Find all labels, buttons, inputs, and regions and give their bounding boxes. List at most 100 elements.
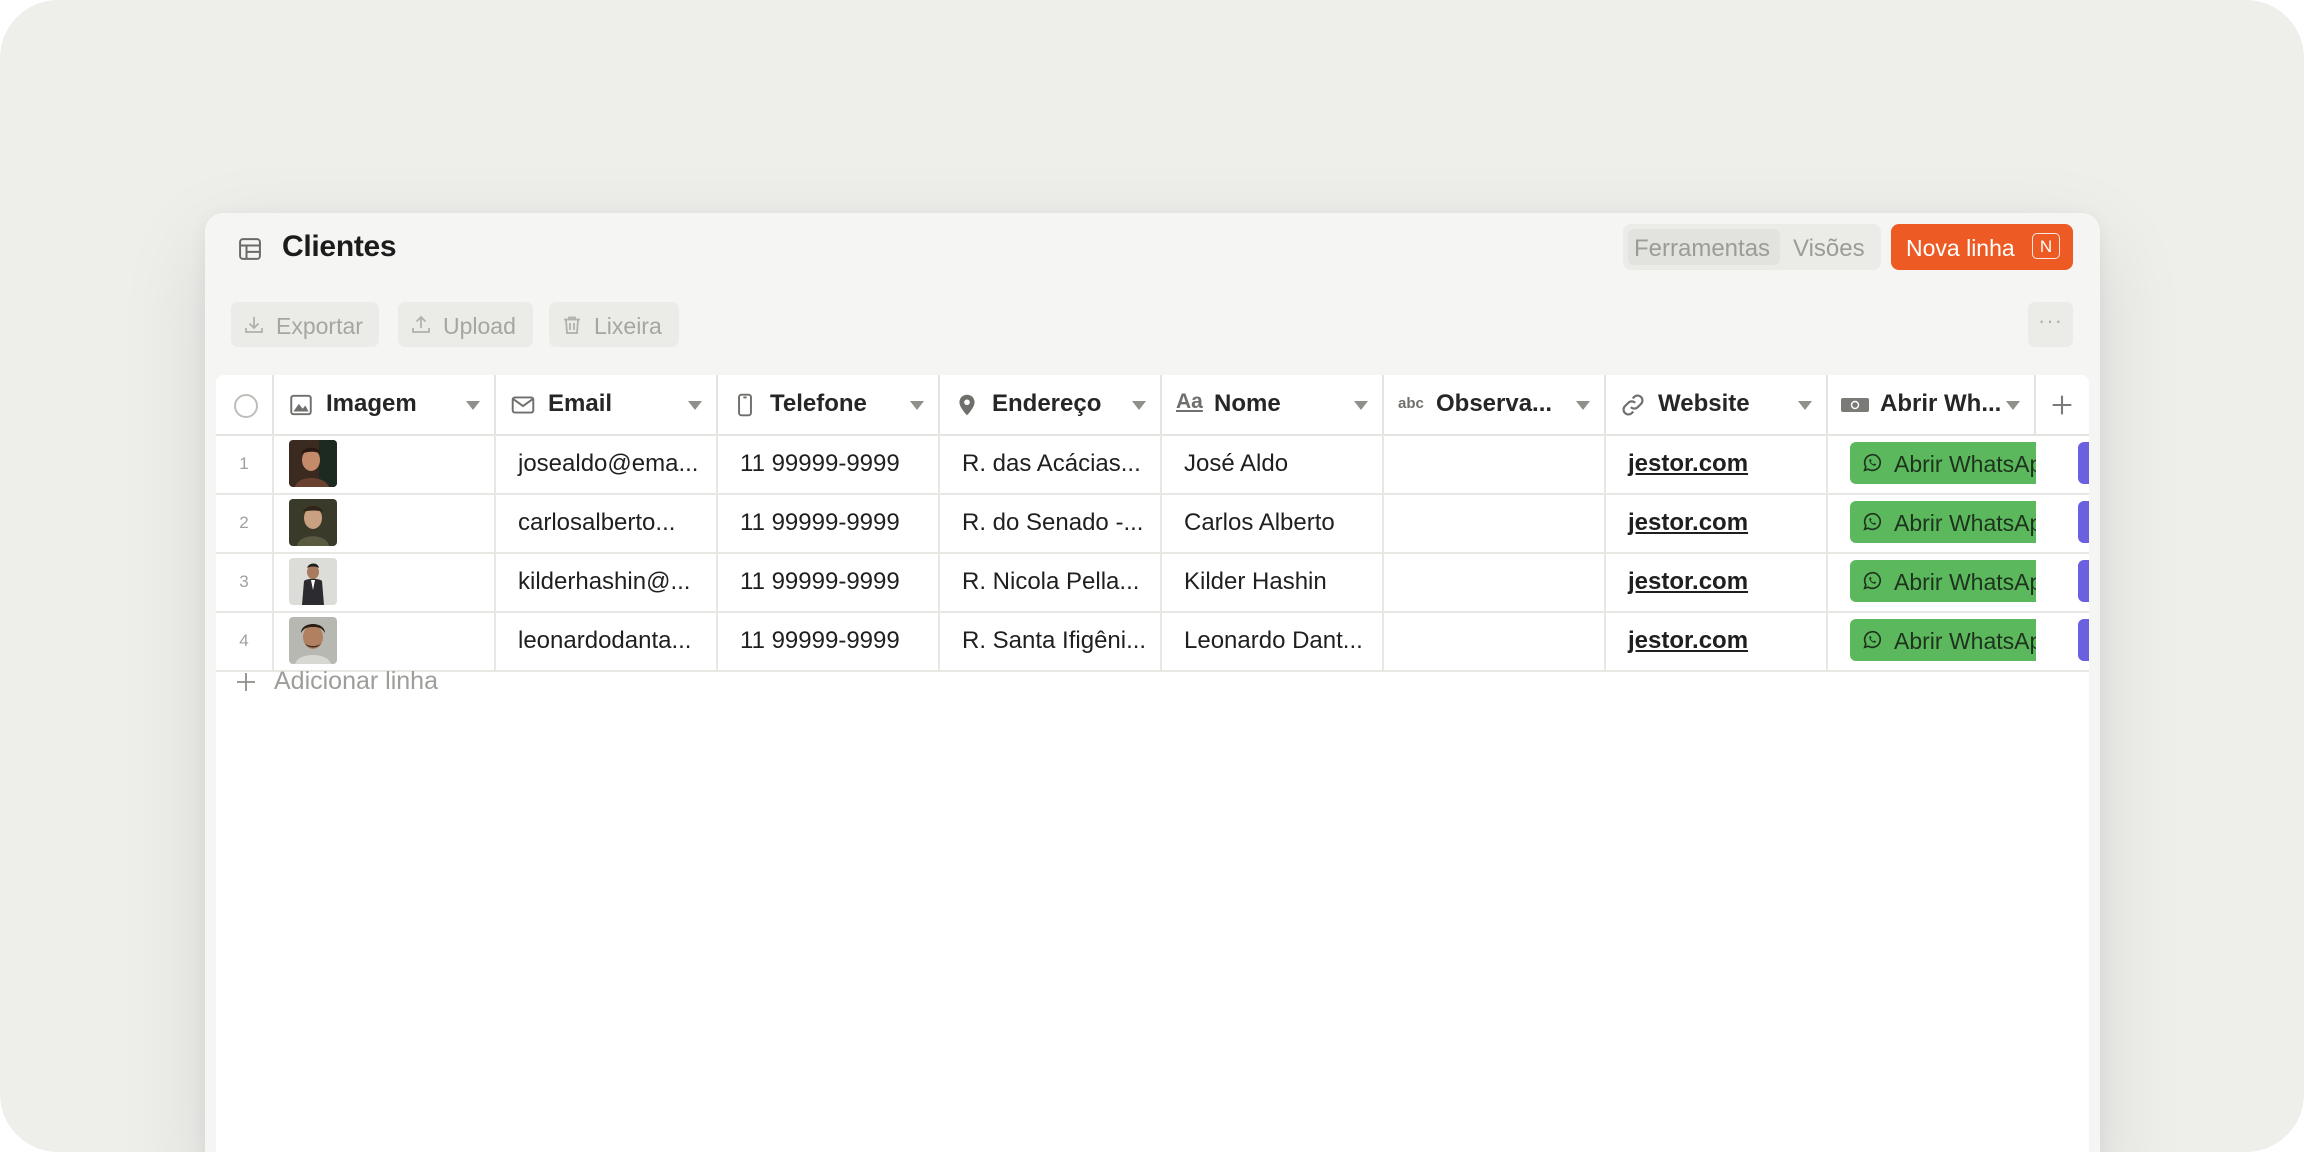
- chevron-down-icon[interactable]: [1132, 401, 1146, 410]
- cell-endereco[interactable]: R. Nicola Pella...: [940, 552, 1162, 611]
- cell-observacao[interactable]: [1384, 493, 1606, 552]
- table-row[interactable]: 4 leonardodanta... 11 99999-9999 R. Sant…: [216, 611, 2089, 672]
- cell-telefone[interactable]: 11 99999-9999: [718, 493, 940, 552]
- chevron-down-icon[interactable]: [2006, 401, 2020, 410]
- avatar-thumbnail[interactable]: [289, 440, 337, 487]
- column-header-abrir-whatsapp[interactable]: Abrir Wh...: [1828, 375, 2036, 434]
- website-link[interactable]: jestor.com: [1628, 509, 1748, 537]
- cell-imagem[interactable]: [274, 434, 496, 493]
- website-link[interactable]: jestor.com: [1628, 450, 1748, 478]
- trash-label: Lixeira: [594, 313, 662, 339]
- cell-abrir-whatsapp: Abrir WhatsApp: [1828, 493, 2036, 552]
- abc-text-icon: abc: [1398, 395, 1424, 412]
- website-link[interactable]: jestor.com: [1628, 568, 1748, 596]
- tab-ferramentas[interactable]: Ferramentas: [1634, 235, 1770, 263]
- more-options-button[interactable]: ···: [2028, 302, 2073, 347]
- shortcut-badge: N: [2032, 233, 2060, 259]
- table-row[interactable]: 3 kilderhashin@... 11 99999-9999 R. Nico…: [216, 552, 2089, 613]
- upload-button[interactable]: Upload: [398, 302, 533, 347]
- column-header-email[interactable]: Email: [496, 375, 718, 434]
- table-row[interactable]: 1 josealdo@ema... 11 99999-9999 R. das A…: [216, 434, 2089, 495]
- cell-telefone[interactable]: 11 99999-9999: [718, 611, 940, 670]
- mail-icon: [511, 396, 535, 414]
- column-header-observacao[interactable]: abc Observa...: [1384, 375, 1606, 434]
- cell-nome[interactable]: Kilder Hashin: [1162, 552, 1384, 611]
- chevron-down-icon[interactable]: [1576, 401, 1590, 410]
- cell-telefone[interactable]: 11 99999-9999: [718, 552, 940, 611]
- secondary-action-button[interactable]: [2078, 619, 2089, 661]
- cell-imagem[interactable]: [274, 611, 496, 670]
- cell-endereco[interactable]: R. Santa Ifigêni...: [940, 611, 1162, 670]
- cell-nome[interactable]: José Aldo: [1162, 434, 1384, 493]
- website-link[interactable]: jestor.com: [1628, 627, 1748, 655]
- cell-imagem[interactable]: [274, 493, 496, 552]
- cell-endereco[interactable]: R. do Senado -...: [940, 493, 1162, 552]
- cell-nome[interactable]: Leonardo Dant...: [1162, 611, 1384, 670]
- cell-website[interactable]: jestor.com: [1606, 493, 1828, 552]
- whatsapp-icon: [1863, 512, 1882, 531]
- image-icon: [290, 394, 312, 416]
- cell-email[interactable]: josealdo@ema...: [496, 434, 718, 493]
- view-switcher: Ferramentas Visões: [1623, 224, 1881, 270]
- button-icon: [1841, 398, 1869, 412]
- cell-website[interactable]: jestor.com: [1606, 434, 1828, 493]
- whatsapp-button[interactable]: Abrir WhatsApp: [1850, 560, 2036, 602]
- cell-endereco[interactable]: R. das Acácias...: [940, 434, 1162, 493]
- backdrop: Clientes Ferramentas Visões Nova linha N…: [0, 0, 2304, 1152]
- new-row-button[interactable]: Nova linha N: [1891, 224, 2073, 270]
- cell-observacao[interactable]: [1384, 434, 1606, 493]
- cell-email[interactable]: leonardodanta...: [496, 611, 718, 670]
- plus-icon: [2052, 395, 2072, 415]
- whatsapp-icon: [1863, 630, 1882, 649]
- secondary-action-button[interactable]: [2078, 442, 2089, 484]
- chevron-down-icon[interactable]: [688, 401, 702, 410]
- upload-icon: [412, 315, 430, 333]
- plus-icon: [237, 673, 255, 691]
- avatar-thumbnail[interactable]: [289, 558, 337, 605]
- chevron-down-icon[interactable]: [1354, 401, 1368, 410]
- trash-button[interactable]: Lixeira: [549, 302, 679, 347]
- avatar-thumbnail[interactable]: [289, 617, 337, 664]
- column-header-telefone[interactable]: Telefone: [718, 375, 940, 434]
- cell-website[interactable]: jestor.com: [1606, 552, 1828, 611]
- cell-nome[interactable]: Carlos Alberto: [1162, 493, 1384, 552]
- chevron-down-icon[interactable]: [1798, 401, 1812, 410]
- whatsapp-button-label: Abrir WhatsApp: [1894, 510, 2036, 536]
- secondary-action-button[interactable]: [2078, 560, 2089, 602]
- column-label: Endereço: [992, 390, 1102, 417]
- chevron-down-icon[interactable]: [466, 401, 480, 410]
- chevron-down-icon[interactable]: [910, 401, 924, 410]
- whatsapp-button[interactable]: Abrir WhatsApp: [1850, 442, 2036, 484]
- cell-website[interactable]: jestor.com: [1606, 611, 1828, 670]
- cell-telefone[interactable]: 11 99999-9999: [718, 434, 940, 493]
- column-label: Telefone: [770, 390, 867, 417]
- row-number: 2: [216, 493, 274, 552]
- column-header-website[interactable]: Website: [1606, 375, 1828, 434]
- export-button[interactable]: Exportar: [231, 302, 379, 347]
- cell-observacao[interactable]: [1384, 552, 1606, 611]
- page-title: Clientes: [282, 230, 397, 263]
- download-icon: [245, 317, 263, 333]
- column-label: Website: [1658, 390, 1750, 417]
- column-header-nome[interactable]: Aa Nome: [1162, 375, 1384, 434]
- secondary-action-button[interactable]: [2078, 501, 2089, 543]
- whatsapp-button[interactable]: Abrir WhatsApp: [1850, 501, 2036, 543]
- tab-visoes[interactable]: Visões: [1793, 235, 1865, 263]
- cell-imagem[interactable]: [274, 552, 496, 611]
- select-all-checkbox[interactable]: [234, 394, 258, 418]
- add-column-button[interactable]: [2036, 375, 2089, 434]
- column-header-imagem[interactable]: Imagem: [274, 375, 496, 434]
- cell-observacao[interactable]: [1384, 611, 1606, 670]
- column-label: Nome: [1214, 390, 1281, 417]
- whatsapp-button-label: Abrir WhatsApp: [1894, 451, 2036, 477]
- whatsapp-button-label: Abrir WhatsApp: [1894, 628, 2036, 654]
- table-row[interactable]: 2 carlosalberto... 11 99999-9999 R. do S…: [216, 493, 2089, 554]
- data-grid: Imagem Email Telefone Endereço Aa Nome a…: [216, 375, 2089, 1152]
- cell-email[interactable]: carlosalberto...: [496, 493, 718, 552]
- select-all-cell[interactable]: [216, 375, 274, 434]
- avatar-thumbnail[interactable]: [289, 499, 337, 546]
- cell-email[interactable]: kilderhashin@...: [496, 552, 718, 611]
- column-label: Observa...: [1436, 390, 1553, 417]
- column-header-endereco[interactable]: Endereço: [940, 375, 1162, 434]
- whatsapp-button[interactable]: Abrir WhatsApp: [1850, 619, 2036, 661]
